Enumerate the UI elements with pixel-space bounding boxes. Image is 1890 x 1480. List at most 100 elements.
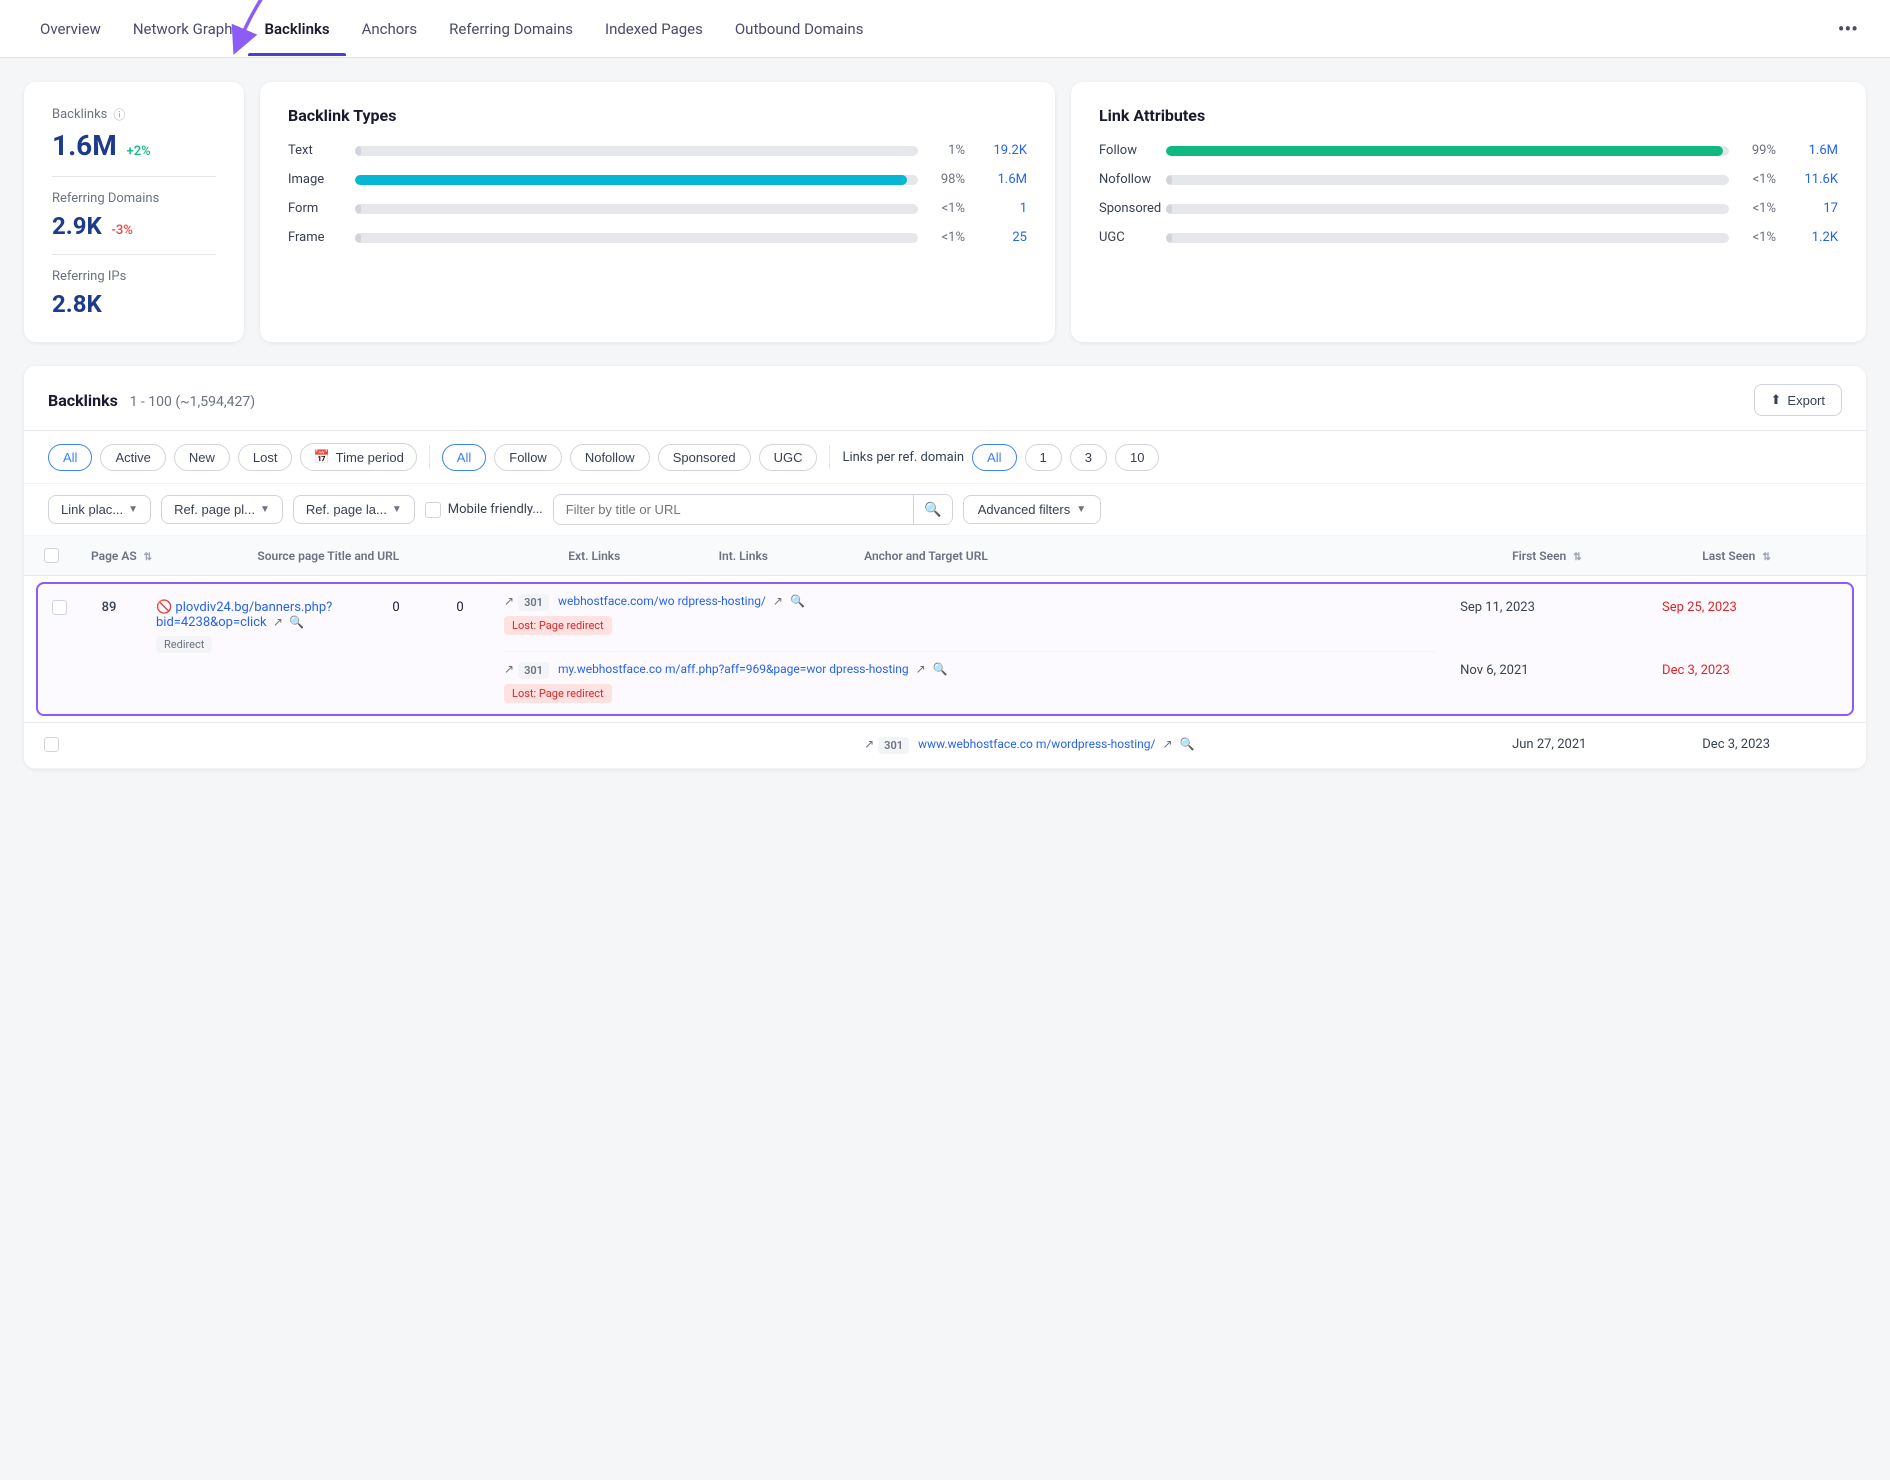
stats-card-backlinks: Backlinks ⓘ 1.6M +2% Referring Domains 2… — [24, 82, 244, 342]
first-seen-date-1: Sep 11, 2023 — [1460, 600, 1535, 615]
link-type-all-btn[interactable]: All — [442, 444, 486, 471]
nav-item-outbound-domains[interactable]: Outbound Domains — [719, 2, 880, 56]
type-count-form: 1 — [977, 201, 1027, 216]
anchor-external-icon-2[interactable]: ↗ — [916, 662, 926, 676]
attr-count-follow: 1.6M — [1788, 143, 1838, 158]
anchor-url-link-2[interactable]: my.webhostface.co m/aff.php?aff=969&page… — [558, 662, 909, 676]
nav-item-overview[interactable]: Overview — [24, 2, 117, 56]
header-checkbox[interactable] — [44, 548, 59, 563]
type-row-image: Image 98% 1.6M — [288, 172, 1027, 187]
th-int-links: Int. Links — [703, 536, 849, 576]
backlink-types-card: Backlink Types Text 1% 19.2K Image 98% 1… — [260, 82, 1055, 342]
backlinks-change: +2% — [127, 144, 151, 159]
link-type-ugc-btn[interactable]: UGC — [759, 444, 818, 471]
attr-count-nofollow: 11.6K — [1788, 172, 1838, 187]
row2-source-cell — [241, 723, 552, 769]
row2-last-seen-date: Dec 3, 2023 — [1702, 737, 1770, 752]
time-period-label: Time period — [336, 450, 404, 465]
external-link-icon[interactable]: ↗ — [273, 615, 283, 629]
nav-item-anchors[interactable]: Anchors — [346, 2, 434, 56]
link-type-sponsored-btn[interactable]: Sponsored — [658, 444, 751, 471]
row2-anchor-url[interactable]: www.webhostface.co m/wordpress-hosting/ — [918, 737, 1155, 751]
backlinks-table: Page AS ⇅ Source page Title and URL Ext.… — [24, 536, 1866, 769]
anchor-search-icon-2[interactable]: 🔍 — [933, 662, 948, 676]
bar-fill-image — [355, 175, 907, 185]
backlinks-label: Backlinks ⓘ — [52, 106, 216, 123]
mobile-friendly-checkbox[interactable] — [425, 502, 441, 518]
row2-anchors-cell: ↗ 301 www.webhostface.co m/wordpress-hos… — [848, 723, 1496, 769]
url-search-input[interactable] — [554, 496, 914, 523]
sort-icon-last-seen: ⇅ — [1762, 552, 1770, 563]
filter-btn-active[interactable]: Active — [100, 444, 165, 471]
row2-first-seen-date: Jun 27, 2021 — [1512, 737, 1586, 752]
type-row-text: Text 1% 19.2K — [288, 143, 1027, 158]
ref-page-pl-dropdown[interactable]: Ref. page pl... ▼ — [161, 495, 283, 524]
link-type-follow-btn[interactable]: Follow — [494, 444, 562, 471]
th-anchor-url: Anchor and Target URL — [848, 536, 1496, 576]
last-seen-1: Sep 25, 2023 — [1662, 600, 1840, 663]
export-button[interactable]: ⬆ Export — [1754, 384, 1842, 416]
type-pct-form: <1% — [930, 201, 965, 216]
sort-icon-first-seen: ⇅ — [1573, 552, 1581, 563]
advanced-filters-button[interactable]: Advanced filters ▼ — [963, 495, 1101, 524]
ref-page-la-dropdown[interactable]: Ref. page la... ▼ — [293, 495, 415, 524]
ext-links-value: 0 — [392, 600, 399, 615]
calendar-icon: 📅 — [313, 449, 329, 465]
row2-search-icon[interactable]: 🔍 — [1180, 737, 1195, 751]
top-navigation: Overview Network Graph Backlinks Anchors… — [0, 0, 1890, 58]
status-301-badge-2: 301 — [518, 662, 549, 679]
attr-pct-sponsored: <1% — [1741, 201, 1776, 216]
backlinks-table-section: Backlinks 1 - 100 (~1,594,427) ⬆ Export … — [24, 366, 1866, 769]
url-search-box: 🔍 — [553, 494, 953, 525]
main-content: Backlinks ⓘ 1.6M +2% Referring Domains 2… — [0, 58, 1890, 793]
filter-btn-new[interactable]: New — [174, 444, 230, 471]
bar-bg-form — [355, 204, 918, 214]
time-period-button[interactable]: 📅 Time period — [300, 443, 416, 471]
links-per-1-btn[interactable]: 1 — [1025, 444, 1062, 471]
table-count: 1 - 100 (~1,594,427) — [130, 394, 256, 410]
redirect-arrow-icon-1: ↗ — [504, 594, 514, 608]
anchor-search-icon-1[interactable]: 🔍 — [790, 594, 805, 608]
backlink-types-title: Backlink Types — [288, 106, 1027, 125]
links-per-3-btn[interactable]: 3 — [1070, 444, 1107, 471]
type-pct-image: 98% — [930, 172, 965, 187]
nav-more-dots[interactable]: ••• — [1830, 9, 1866, 49]
search-icon-button[interactable]: 🔍 — [913, 495, 951, 524]
anchor-url-link-1[interactable]: webhostface.com/wo rdpress-hosting/ — [558, 594, 766, 608]
last-seen-date-2: Dec 3, 2023 — [1662, 663, 1730, 678]
row-checkbox[interactable] — [52, 600, 67, 615]
link-placement-dropdown[interactable]: Link plac... ▼ — [48, 495, 151, 524]
nav-item-network-graph[interactable]: Network Graph — [117, 2, 249, 56]
links-per-all-btn[interactable]: All — [972, 444, 1016, 471]
bar-fill-frame — [355, 233, 361, 243]
type-count-image: 1.6M — [977, 172, 1027, 187]
search-page-icon[interactable]: 🔍 — [289, 615, 304, 629]
mobile-friendly-filter[interactable]: Mobile friendly... — [425, 502, 543, 518]
highlighted-row-inner: 89 🚫 plovdiv24.bg/banners.php?bid=4238&o… — [38, 584, 1852, 714]
anchor-row-1: ↗ 301 webhostface.com/wo rdpress-hosting… — [504, 594, 1436, 611]
nav-item-referring-domains[interactable]: Referring Domains — [433, 2, 589, 56]
referring-ips-label: Referring IPs — [52, 269, 216, 284]
row2-checkbox[interactable] — [44, 737, 59, 752]
attr-count-sponsored: 17 — [1788, 201, 1838, 216]
attr-bar-bg-nofollow — [1166, 175, 1729, 185]
row2-external-icon[interactable]: ↗ — [1162, 737, 1172, 751]
highlighted-page-as-cell: 89 — [74, 584, 144, 714]
nav-item-backlinks[interactable]: Backlinks — [248, 2, 345, 56]
table-row-2: ↗ 301 www.webhostface.co m/wordpress-hos… — [24, 723, 1866, 769]
backlinks-value-row: 1.6M +2% — [52, 129, 216, 162]
attr-bar-fill-nofollow — [1166, 175, 1172, 185]
anchor-external-icon-1[interactable]: ↗ — [773, 594, 783, 608]
referring-ips-value: 2.8K — [52, 290, 216, 318]
source-url-link[interactable]: 🚫 plovdiv24.bg/banners.php?bid=4238&op=c… — [156, 600, 332, 630]
filter-divider-1 — [429, 445, 430, 469]
bar-fill-form — [355, 204, 361, 214]
links-per-10-btn[interactable]: 10 — [1115, 444, 1159, 471]
link-type-nofollow-btn[interactable]: Nofollow — [570, 444, 650, 471]
filter-btn-lost[interactable]: Lost — [238, 444, 293, 471]
row2-ext-links — [552, 723, 702, 769]
filter-btn-all[interactable]: All — [48, 444, 92, 471]
first-seen-date-2: Nov 6, 2021 — [1460, 663, 1528, 678]
info-icon[interactable]: ⓘ — [113, 106, 125, 123]
nav-item-indexed-pages[interactable]: Indexed Pages — [589, 2, 719, 56]
